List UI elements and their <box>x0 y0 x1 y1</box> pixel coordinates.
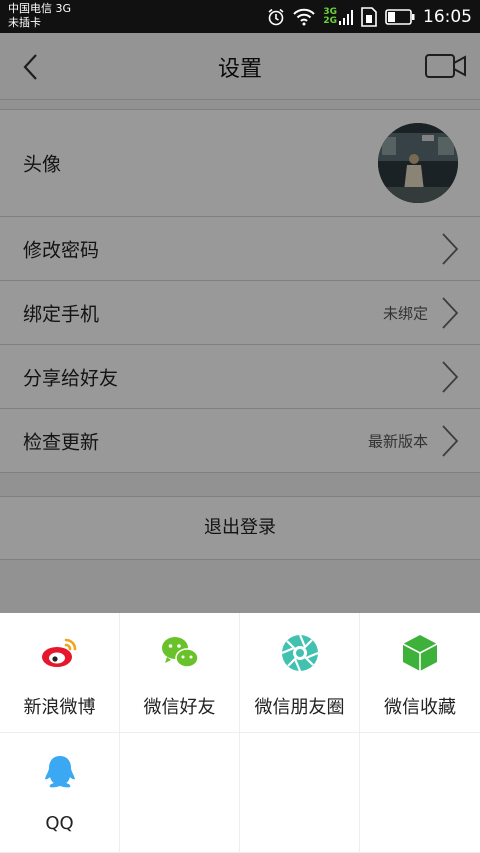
favorites-icon <box>402 635 438 671</box>
carrier-info: 中国电信 3G 未插卡 <box>8 2 71 30</box>
share-sheet: 新浪微博 微信好友 微信朋友圈 微信收藏 QQ <box>0 613 480 853</box>
status-bar: 中国电信 3G 未插卡 3G 2G 16:05 <box>0 0 480 33</box>
wechat-icon <box>162 637 199 668</box>
sim-status: 未插卡 <box>8 16 41 29</box>
share-option-weibo[interactable]: 新浪微博 <box>0 613 120 733</box>
empty-cell <box>120 733 240 853</box>
share-option-label: 新浪微博 <box>23 697 96 718</box>
cellular-signal-icon: 3G 2G <box>323 7 353 26</box>
weibo-icon <box>42 638 77 667</box>
empty-cell <box>360 733 480 853</box>
share-option-wechat-moments[interactable]: 微信朋友圈 <box>240 613 360 733</box>
sim-card-icon <box>361 6 377 27</box>
share-option-label: 微信收藏 <box>384 697 456 718</box>
share-option-label: 微信好友 <box>143 697 216 718</box>
modal-overlay[interactable] <box>0 33 480 613</box>
share-option-wechat-friend[interactable]: 微信好友 <box>120 613 240 733</box>
wifi-icon <box>293 8 316 25</box>
clock: 16:05 <box>423 6 472 27</box>
share-option-label: 微信朋友圈 <box>254 697 345 718</box>
share-option-label: QQ <box>45 813 74 834</box>
share-option-qq[interactable]: QQ <box>0 733 120 853</box>
net-2g-label: 2G <box>323 15 337 26</box>
battery-icon <box>385 8 415 25</box>
moments-icon <box>281 634 319 672</box>
share-option-wechat-favorites[interactable]: 微信收藏 <box>360 613 480 733</box>
carrier-name: 中国电信 3G <box>8 2 72 15</box>
qq-icon <box>45 756 75 788</box>
empty-cell <box>240 733 360 853</box>
alarm-icon <box>268 8 284 25</box>
status-icons: 3G 2G 16:05 <box>267 0 472 33</box>
